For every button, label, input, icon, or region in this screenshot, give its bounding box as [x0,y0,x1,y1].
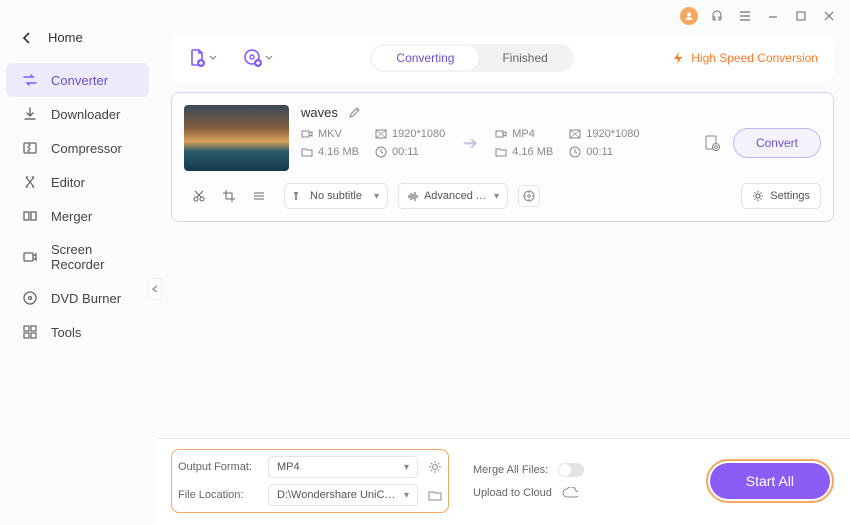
subtitle-icon [293,191,304,202]
resolution-icon [375,128,387,140]
sidebar-item-dvd-burner[interactable]: DVD Burner [0,281,155,315]
hsc-label: High Speed Conversion [691,51,818,65]
target-meta: MP4 1920*1080 4.16 MB 00:11 [495,128,639,158]
clock-icon [569,146,581,158]
chevron-down-icon [265,54,273,62]
sidebar-item-compressor[interactable]: Compressor [0,131,155,165]
tools-icon [22,324,38,340]
subtitle-dropdown[interactable]: No subtitle ▾ [284,183,388,209]
lightning-icon [671,51,685,65]
dvd-icon [22,290,38,306]
chevron-down-icon [209,54,217,62]
file-card: waves MKV 1920*1080 4.16 MB 00:11 [171,92,834,222]
gear-icon [752,190,764,202]
minimize-icon[interactable] [764,7,782,25]
source-meta: MKV 1920*1080 4.16 MB 00:11 [301,128,445,158]
editor-icon [22,174,38,190]
chevron-down-icon: ▾ [374,191,379,202]
upload-label: Upload to Cloud [473,487,552,499]
nav-label: Merger [51,209,92,224]
merger-icon [22,208,38,224]
file-name: waves [301,105,338,120]
clock-icon [375,146,387,158]
folder-icon [495,146,507,158]
nav-label: Editor [51,175,85,190]
video-thumbnail[interactable] [184,105,289,171]
add-dvd-button[interactable] [243,48,273,68]
avatar[interactable] [680,7,698,25]
video-icon [495,128,507,140]
edit-name-icon[interactable] [348,106,361,119]
close-icon[interactable] [820,7,838,25]
start-all-button[interactable]: Start All [710,463,830,499]
sidebar: Home Converter Downloader Compressor Edi… [0,0,155,525]
sidebar-item-downloader[interactable]: Downloader [0,97,155,131]
merge-label: Merge All Files: [473,464,548,476]
output-settings-icon[interactable] [428,460,442,474]
sidebar-item-screen-recorder[interactable]: Screen Recorder [0,233,155,281]
add-file-button[interactable] [187,48,217,68]
settings-button[interactable]: Settings [741,183,821,209]
maximize-icon[interactable] [792,7,810,25]
info-icon[interactable] [518,185,540,207]
download-icon [22,106,38,122]
back-icon[interactable] [22,32,32,44]
tab-finished[interactable]: Finished [478,46,571,70]
output-format-label: Output Format: [178,461,258,473]
effects-icon[interactable] [244,184,274,208]
tab-converting[interactable]: Converting [372,46,478,70]
sidebar-item-tools[interactable]: Tools [0,315,155,349]
nav-label: Screen Recorder [51,242,133,272]
file-location-label: File Location: [178,489,258,501]
trim-icon[interactable] [184,184,214,208]
video-icon [301,128,313,140]
home-label[interactable]: Home [48,30,83,45]
content: waves MKV 1920*1080 4.16 MB 00:11 [155,82,850,438]
resolution-icon [569,128,581,140]
footer: Output Format: MP4 ▾ File Location: D:\W… [155,438,850,525]
main-area: Converting Finished High Speed Conversio… [155,0,850,525]
audio-dropdown[interactable]: Advanced Audi... ▾ [398,183,508,209]
recorder-icon [22,249,38,265]
nav-label: DVD Burner [51,291,121,306]
chevron-down-icon: ▾ [404,490,409,501]
collapse-sidebar-button[interactable] [148,278,162,300]
crop-icon[interactable] [214,184,244,208]
sidebar-item-editor[interactable]: Editor [0,165,155,199]
nav-label: Tools [51,325,81,340]
compressor-icon [22,140,38,156]
output-settings-icon[interactable] [703,134,721,152]
sidebar-item-merger[interactable]: Merger [0,199,155,233]
merge-toggle[interactable] [558,463,584,477]
output-format-dropdown[interactable]: MP4 ▾ [268,456,418,478]
nav-label: Downloader [51,107,120,122]
chevron-down-icon: ▾ [404,462,409,473]
folder-icon [301,146,313,158]
tabs: Converting Finished [370,44,573,72]
open-folder-icon[interactable] [428,488,442,502]
converter-icon [22,72,38,88]
nav-label: Converter [51,73,108,88]
menu-icon[interactable] [736,7,754,25]
file-location-dropdown[interactable]: D:\Wondershare UniConverter 1 ▾ [268,484,418,506]
nav-label: Compressor [51,141,122,156]
convert-button[interactable]: Convert [733,128,821,158]
toolbar: Converting Finished High Speed Conversio… [171,34,834,82]
cloud-icon[interactable] [562,487,578,499]
high-speed-conversion[interactable]: High Speed Conversion [671,51,818,65]
titlebar [155,0,850,26]
support-icon[interactable] [708,7,726,25]
arrow-right-icon: ➔ [463,133,478,154]
sidebar-item-converter[interactable]: Converter [6,63,149,97]
audio-icon [407,191,418,202]
chevron-down-icon: ▾ [494,191,499,202]
